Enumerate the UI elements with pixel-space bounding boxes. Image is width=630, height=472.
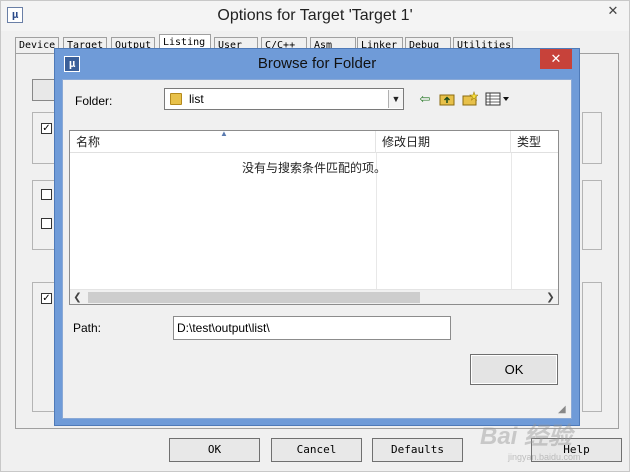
folder-value: list <box>189 92 204 106</box>
tab-device[interactable]: Device <box>15 37 59 54</box>
scroll-right-icon[interactable]: ❯ <box>543 290 558 304</box>
watermark: Bai 经验 jingyan.baidu.com <box>480 408 630 468</box>
dialog-close-icon[interactable]: ✕ <box>540 49 572 69</box>
sort-up-icon: ▲ <box>220 130 228 138</box>
horizontal-scrollbar[interactable]: ❮ ❯ <box>70 289 558 304</box>
column-header-type[interactable]: 类型 <box>511 131 558 153</box>
dialog-title: Browse for Folder <box>257 55 377 72</box>
dialog-ok-button[interactable]: OK <box>470 354 558 385</box>
listing-checkbox[interactable] <box>41 218 52 229</box>
folder-icon <box>170 93 182 105</box>
chevron-down-icon[interactable]: ▼ <box>388 90 403 108</box>
watermark-url: jingyan.baidu.com <box>508 452 581 462</box>
scroll-thumb[interactable] <box>88 292 420 303</box>
folder-label: Folder: <box>75 94 113 108</box>
new-folder-icon[interactable] <box>462 91 479 107</box>
group-box <box>582 112 602 164</box>
view-menu-icon[interactable] <box>485 91 513 107</box>
group-box <box>582 180 602 250</box>
options-titlebar: μ Options for Target 'Target 1' ✕ <box>1 1 629 31</box>
defaults-button[interactable]: Defaults <box>372 438 463 462</box>
ok-button[interactable]: OK <box>169 438 260 462</box>
watermark-logo: Bai 经验 <box>480 423 573 450</box>
list-header: 名称 ▲ 修改日期 类型 <box>70 131 558 153</box>
cancel-button[interactable]: Cancel <box>271 438 362 462</box>
back-arrow-icon[interactable]: ⇦ <box>417 91 433 107</box>
path-input[interactable]: D:\test\output\list\ <box>173 316 451 340</box>
scroll-left-icon[interactable]: ❮ <box>70 290 85 304</box>
column-header-modified[interactable]: 修改日期 <box>376 131 511 153</box>
folder-dropdown[interactable]: list ▼ <box>164 88 404 110</box>
listing-checkbox[interactable] <box>41 189 52 200</box>
dialog-body: Folder: list ▼ ⇦ 名称 ▲ 修改日期 类型 没有与搜索条件匹配的… <box>62 79 572 419</box>
options-window-title: Options for Target 'Target 1' <box>217 7 413 24</box>
dialog-titlebar[interactable]: μ Browse for Folder ✕ <box>55 49 579 79</box>
listing-checkbox[interactable]: ✓ <box>41 293 52 304</box>
path-label: Path: <box>73 321 102 335</box>
empty-list-message: 没有与搜索条件匹配的项。 <box>241 161 386 175</box>
browse-for-folder-dialog: μ Browse for Folder ✕ Folder: list ▼ ⇦ 名… <box>54 48 580 426</box>
folder-list[interactable]: 名称 ▲ 修改日期 类型 没有与搜索条件匹配的项。 ❮ ❯ <box>69 130 559 305</box>
up-folder-icon[interactable] <box>439 91 455 107</box>
listing-checkbox[interactable]: ✓ <box>41 123 52 134</box>
group-box <box>582 282 602 412</box>
close-icon[interactable]: ✕ <box>597 1 629 23</box>
